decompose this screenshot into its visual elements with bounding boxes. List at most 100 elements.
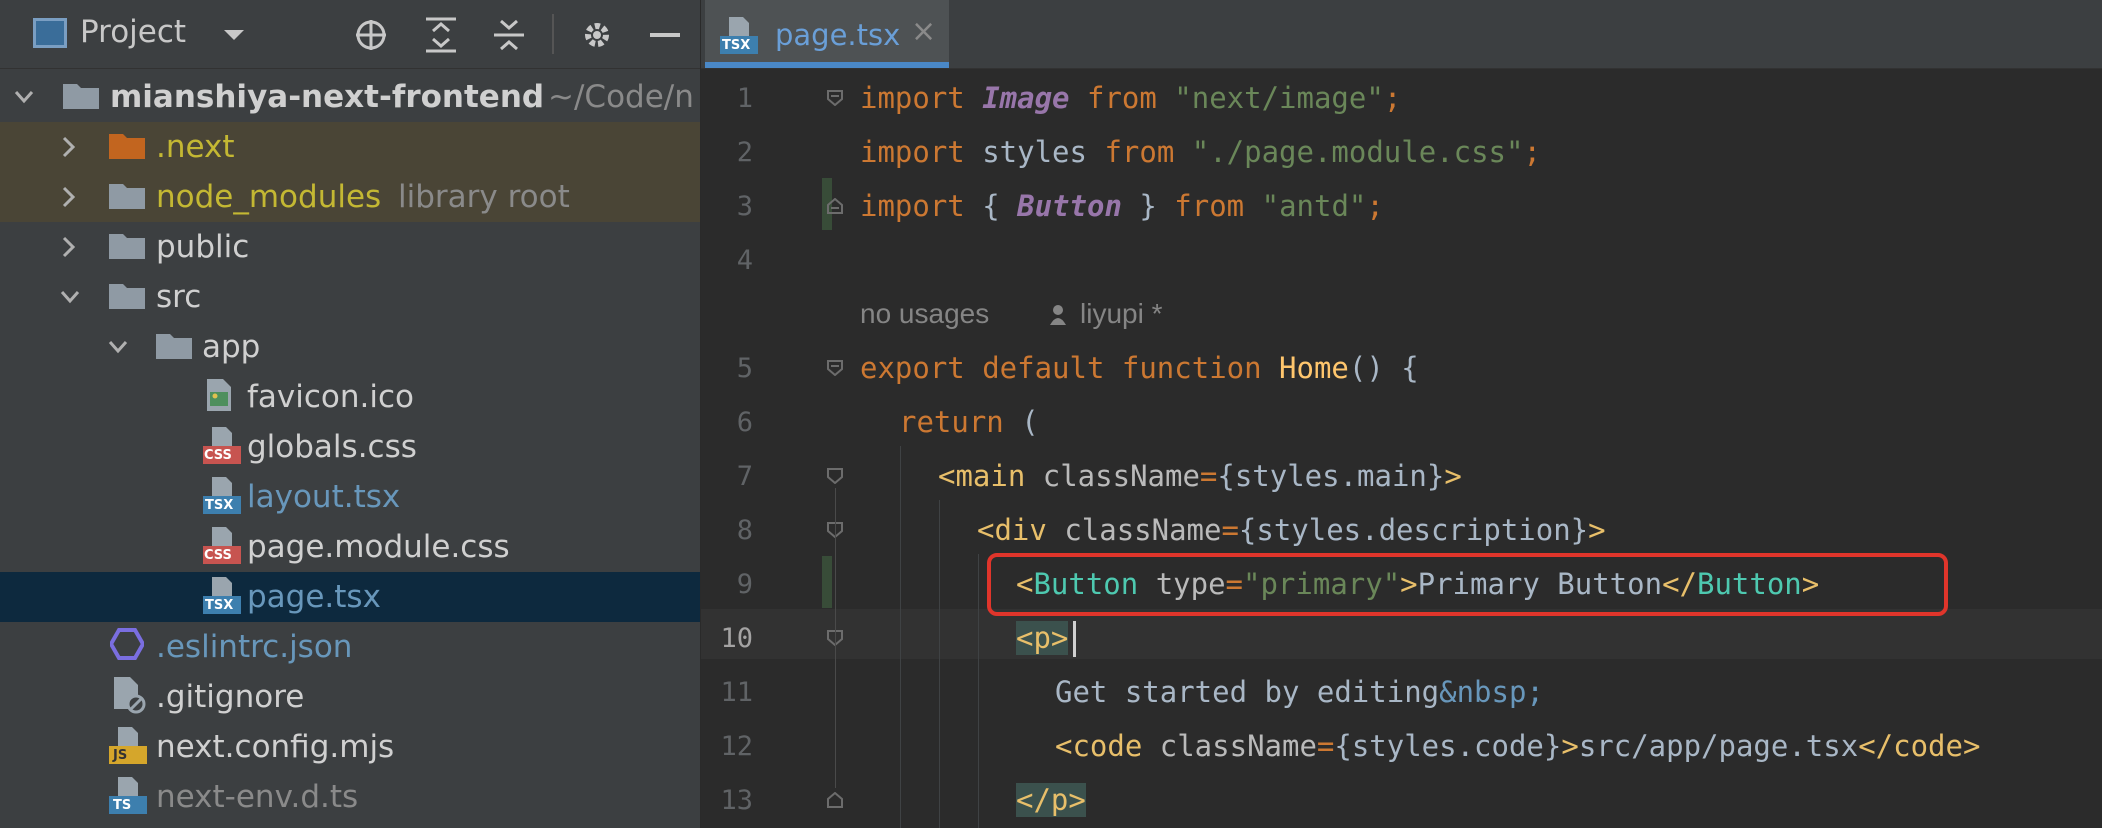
line-number: 2 (736, 137, 753, 168)
code-lens[interactable]: no usages (860, 298, 989, 330)
line-number: 13 (720, 785, 753, 816)
chevron-right-icon[interactable] (62, 186, 76, 208)
fold-marker-icon[interactable] (827, 468, 843, 484)
tree-row-eslintrc[interactable]: .eslintrc.json (0, 622, 700, 672)
code-token: = (1316, 729, 1335, 763)
tree-row-favicon[interactable]: favicon.ico (0, 372, 700, 422)
active-tab-indicator (705, 62, 949, 68)
eslint-icon (110, 628, 144, 660)
code-token: from (1174, 189, 1262, 223)
code-line-6[interactable]: return ( (899, 404, 1039, 440)
code-token: ( (1021, 405, 1039, 439)
tsx-badge: TSX (205, 498, 234, 513)
tree-row-next[interactable]: .next (0, 122, 700, 172)
code-token: import (860, 135, 983, 169)
tree-row-page-module-css[interactable]: CSS page.module.css (0, 522, 700, 572)
code-token: export default function (860, 351, 1280, 385)
code-token: className (1159, 729, 1317, 763)
annotation-highlight-box (987, 553, 1948, 616)
code-token: > (1561, 729, 1579, 763)
line-number: 4 (736, 245, 753, 276)
chevron-down-icon[interactable] (222, 28, 246, 42)
code-editor[interactable]: TSX page.tsx × 1 2 3 4 5 6 7 8 9 10 11 1… (701, 0, 2102, 828)
code-line-3[interactable]: import { Button } from "antd"; (860, 188, 1384, 224)
gear-icon[interactable] (580, 18, 614, 52)
fold-marker-icon[interactable] (827, 792, 843, 808)
author-hint[interactable]: liyupi * (1080, 298, 1162, 330)
line-number: 11 (720, 677, 753, 708)
collapse-all-icon[interactable] (492, 17, 526, 53)
chevron-down-icon[interactable] (108, 340, 128, 354)
tab-label: page.tsx (775, 18, 901, 52)
fold-marker-icon[interactable] (827, 198, 843, 214)
tree-row-public[interactable]: public (0, 222, 700, 272)
folder-icon (109, 134, 145, 159)
tree-row-next-env[interactable]: TS next-env.d.ts (0, 772, 700, 822)
line-number: 9 (736, 569, 753, 600)
code-token: <code (1055, 729, 1160, 763)
chevron-down-icon[interactable] (14, 90, 34, 104)
library-root-hint: library root (398, 179, 570, 215)
usages-hint[interactable]: no usages (860, 298, 989, 329)
folder-icon (109, 184, 145, 209)
chevron-right-icon[interactable] (62, 236, 76, 258)
image-file-icon (207, 379, 231, 411)
expand-all-icon[interactable] (424, 17, 458, 53)
code-line-11[interactable]: Get started by editing&nbsp; (1055, 674, 1544, 710)
locate-icon[interactable] (354, 18, 388, 52)
tab-page-tsx[interactable]: TSX page.tsx × (705, 0, 949, 68)
code-token: ; (1523, 135, 1541, 169)
tree-row-globals-css[interactable]: CSS globals.css (0, 422, 700, 472)
app-label: app (202, 329, 261, 365)
code-line-10[interactable]: <p> (1016, 620, 1069, 656)
page-tsx-label: page.tsx (247, 579, 381, 615)
project-title[interactable]: Project (80, 14, 186, 50)
code-token: { (982, 189, 1018, 223)
code-token: from (1069, 81, 1175, 115)
project-root-path: ~/Code/n (548, 79, 694, 115)
vcs-change-marker[interactable] (822, 556, 832, 608)
code-line-2[interactable]: import styles from "./page.module.css"; (860, 134, 1541, 170)
toolbar-separator (552, 14, 554, 54)
tree-row-project-root[interactable]: mianshiya-next-frontend ~/Code/n (0, 72, 700, 122)
code-token: from (1086, 135, 1192, 169)
tree-row-node-modules[interactable]: node_modules library root (0, 172, 700, 222)
folder-icon (63, 84, 99, 109)
fold-marker-icon[interactable] (827, 360, 843, 376)
globals-css-label: globals.css (247, 429, 417, 465)
close-icon[interactable]: × (911, 14, 936, 49)
project-root-label: mianshiya-next-frontend (110, 79, 545, 115)
editor-tab-bar: TSX page.tsx × (701, 0, 2102, 69)
chevron-down-icon[interactable] (60, 290, 80, 304)
tree-row-src[interactable]: src (0, 272, 700, 322)
code-line-12[interactable]: <code className={styles.code}>src/app/pa… (1055, 728, 1980, 764)
minimize-icon[interactable] (650, 33, 680, 37)
tree-row-gitignore[interactable]: .gitignore (0, 672, 700, 722)
css-badge: CSS (204, 548, 232, 563)
text-cursor (1073, 621, 1076, 657)
tree-row-next-config[interactable]: JS next.config.mjs (0, 722, 700, 772)
chevron-right-icon[interactable] (62, 136, 76, 158)
fold-marker-icon[interactable] (827, 90, 843, 106)
code-line-7[interactable]: <main className={styles.main}> (938, 458, 1462, 494)
folder-icon (109, 284, 145, 309)
tree-row-app[interactable]: app (0, 322, 700, 372)
indent-guide (900, 446, 901, 828)
code-token: } (1121, 189, 1175, 223)
code-line-8[interactable]: <div className={styles.description}> (977, 512, 1606, 548)
line-number: 3 (736, 191, 753, 222)
current-line-highlight (701, 609, 2102, 659)
code-line-1[interactable]: import Image from "next/image"; (860, 80, 1401, 116)
next-folder-label: .next (156, 129, 235, 165)
code-line-13[interactable]: </p> (1016, 782, 1086, 818)
tree-row-layout-tsx[interactable]: TSX layout.tsx (0, 472, 700, 522)
code-token: <main (938, 459, 1043, 493)
code-token: Image (982, 81, 1070, 115)
js-badge: JS (113, 748, 128, 763)
eslintrc-label: .eslintrc.json (156, 629, 353, 665)
code-token: <p> (1016, 621, 1069, 655)
code-line-5[interactable]: export default function Home() { (860, 350, 1419, 386)
tree-row-page-tsx[interactable]: TSX page.tsx (0, 572, 700, 622)
page-module-css-label: page.module.css (247, 529, 510, 565)
node-modules-label: node_modules (156, 179, 382, 215)
